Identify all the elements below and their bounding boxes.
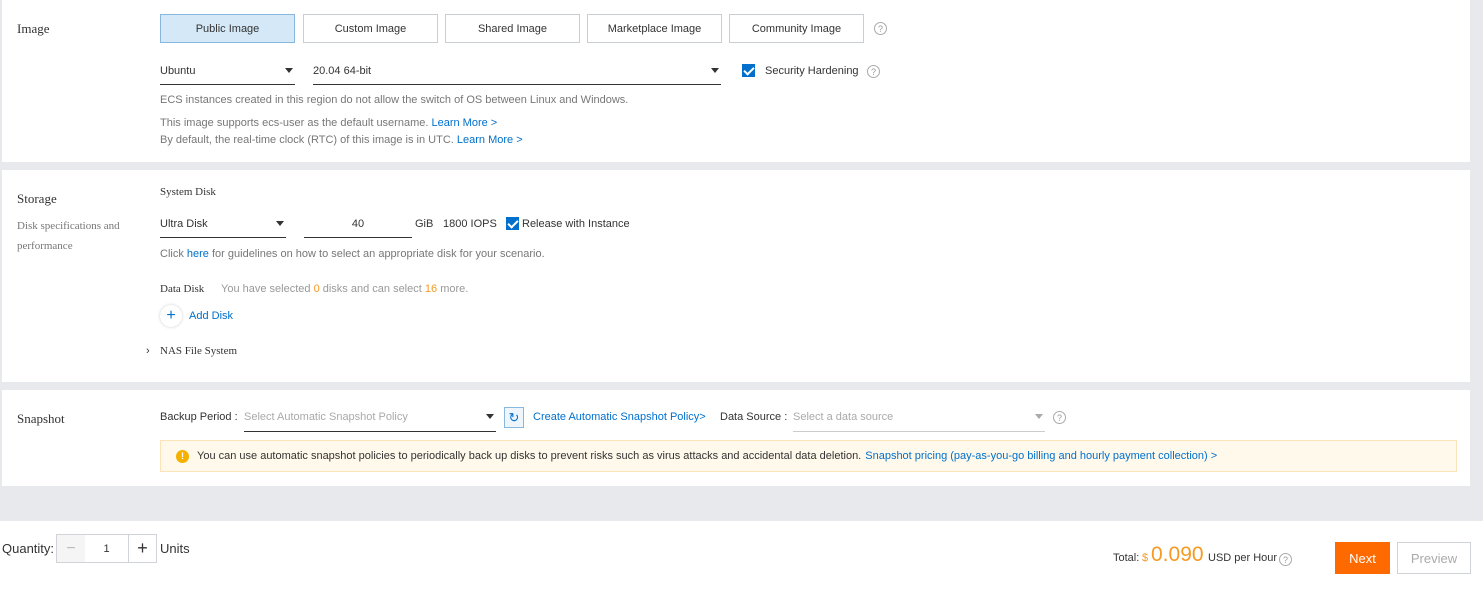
learn-more-link[interactable]: Learn More > [431, 117, 497, 129]
data-source-placeholder: Select a data source [793, 411, 894, 423]
snapshot-section: Snapshot Backup Period : Select Automati… [2, 390, 1470, 486]
preview-button[interactable]: Preview [1397, 542, 1471, 574]
disk-type-select[interactable]: Ultra Disk [160, 218, 286, 238]
chevron-down-icon [276, 221, 284, 226]
snapshot-notice: ! You can use automatic snapshot policie… [160, 440, 1457, 472]
version-select-value: 20.04 64-bit [313, 65, 372, 77]
chevron-down-icon [486, 414, 494, 419]
data-source-select[interactable]: Select a data source [793, 411, 1045, 432]
tab-custom-image[interactable]: Custom Image [303, 14, 438, 43]
guideline-click: Click [160, 248, 184, 260]
username-note: This image supports ecs-user as the defa… [160, 117, 497, 129]
tab-community-image[interactable]: Community Image [729, 14, 864, 43]
quantity-units: Units [160, 541, 190, 556]
version-select[interactable]: 20.04 64-bit [313, 65, 721, 85]
data-disk-label: Data Disk [160, 283, 205, 295]
warning-icon: ! [176, 449, 189, 463]
create-snapshot-policy-link[interactable]: Create Automatic Snapshot Policy> [533, 411, 706, 423]
quantity-input[interactable]: 1 [85, 535, 128, 562]
storage-section-title: Storage [17, 191, 57, 206]
username-note-text: This image supports ecs-user as the defa… [160, 117, 429, 129]
minus-icon[interactable]: − [57, 535, 85, 562]
guideline-here-link[interactable]: here [187, 248, 209, 260]
security-hardening-label: Security Hardening [765, 65, 859, 77]
add-disk-button[interactable]: Add Disk [189, 310, 233, 322]
help-icon[interactable]: ? [867, 65, 880, 78]
plus-icon[interactable]: + [128, 535, 156, 562]
chevron-down-icon [285, 68, 293, 73]
backup-period-placeholder: Select Automatic Snapshot Policy [244, 411, 408, 423]
disk-size-input[interactable]: 40 [304, 218, 412, 238]
learn-more-link[interactable]: Learn More > [457, 134, 523, 146]
image-section-title: Image [17, 21, 50, 36]
refresh-icon[interactable]: ↻ [504, 407, 524, 428]
count-middle: disks and can select [322, 283, 422, 295]
chevron-down-icon [1035, 414, 1043, 419]
system-disk-label: System Disk [160, 186, 216, 198]
count-prefix: You have selected [221, 283, 311, 295]
selected-count: 0 [313, 283, 320, 295]
guideline-text: for guidelines on how to select an appro… [212, 248, 545, 260]
currency-symbol: $ [1142, 552, 1149, 564]
backup-period-label: Backup Period : [160, 411, 238, 423]
total-label: Total: [1113, 552, 1140, 564]
os-switch-note: ECS instances created in this region do … [160, 94, 629, 106]
data-source-label: Data Source : [720, 411, 788, 423]
total-price: 0.090 [1151, 543, 1204, 566]
chevron-right-icon[interactable]: › [146, 345, 150, 357]
help-icon[interactable]: ? [1279, 553, 1292, 566]
tab-public-image[interactable]: Public Image [160, 14, 295, 43]
rtc-note: By default, the real-time clock (RTC) of… [160, 134, 523, 146]
data-disk-count: You have selected 0 disks and can select… [221, 283, 468, 295]
disk-type-value: Ultra Disk [160, 218, 208, 230]
os-select-value: Ubuntu [160, 65, 196, 77]
price-unit: USD per Hour [1208, 552, 1278, 564]
disk-size-unit: GiB [415, 218, 434, 230]
order-footer: Quantity: − 1 + Units Total: $ 0.090 USD… [0, 521, 1483, 597]
count-suffix: more. [440, 283, 469, 295]
snapshot-notice-text: You can use automatic snapshot policies … [197, 450, 862, 462]
storage-section: Storage Disk specifications and performa… [2, 170, 1470, 382]
remaining-count: 16 [424, 283, 438, 295]
disk-guideline: Click here for guidelines on how to sele… [160, 248, 545, 260]
disk-iops: 1800 IOPS [443, 218, 497, 230]
tab-shared-image[interactable]: Shared Image [445, 14, 580, 43]
next-button[interactable]: Next [1335, 542, 1390, 574]
quantity-stepper[interactable]: − 1 + [56, 534, 157, 563]
snapshot-section-title: Snapshot [17, 411, 65, 426]
snapshot-pricing-link[interactable]: Snapshot pricing (pay-as-you-go billing … [865, 450, 1217, 462]
release-with-instance-label: Release with Instance [522, 218, 630, 230]
help-icon[interactable]: ? [874, 22, 887, 35]
os-select[interactable]: Ubuntu [160, 65, 295, 85]
quantity-label: Quantity: [2, 541, 55, 556]
tab-marketplace-image[interactable]: Marketplace Image [587, 14, 722, 43]
nas-file-system-toggle[interactable]: NAS File System [160, 345, 237, 357]
chevron-down-icon [711, 68, 719, 73]
help-icon[interactable]: ? [1053, 411, 1066, 424]
security-hardening-checkbox[interactable] [742, 64, 755, 77]
image-section: Image Public Image Custom Image Shared I… [2, 0, 1470, 162]
storage-subtitle: Disk specifications and performance [17, 220, 120, 252]
release-with-instance-checkbox[interactable] [506, 217, 519, 230]
backup-period-select[interactable]: Select Automatic Snapshot Policy [244, 411, 496, 432]
plus-icon[interactable]: + [160, 305, 182, 327]
rtc-note-text: By default, the real-time clock (RTC) of… [160, 134, 454, 146]
